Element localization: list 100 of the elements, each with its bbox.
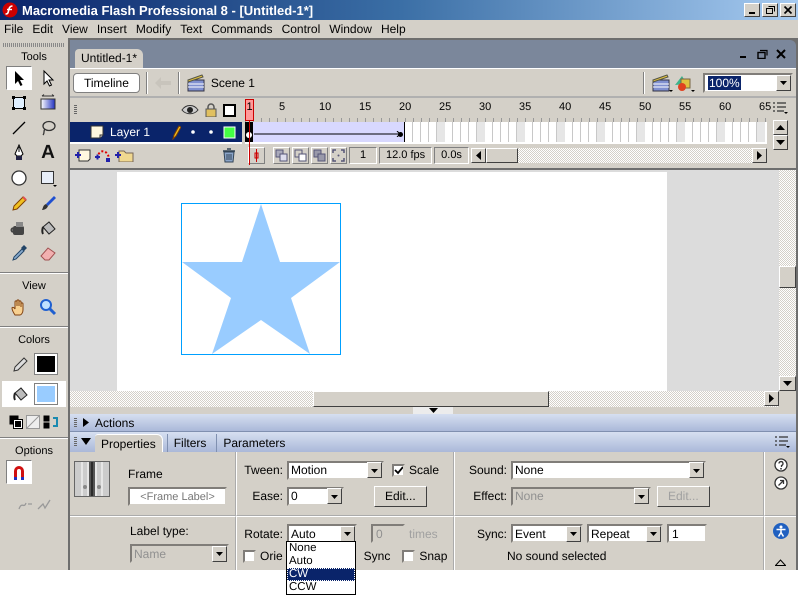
menu-item[interactable]: Control <box>278 22 326 36</box>
close-icon[interactable] <box>782 4 794 16</box>
frame-number: 35 <box>518 101 532 113</box>
pencil-icon <box>10 194 28 212</box>
onion-outline-icon[interactable] <box>294 148 307 162</box>
vertical-scrollbar[interactable] <box>779 170 796 391</box>
edit-button[interactable]: Edit... <box>374 486 427 506</box>
frame-number: 40 <box>558 101 572 113</box>
horizontal-scrollbar[interactable] <box>70 391 796 407</box>
dropdown-arrow-icon[interactable] <box>343 529 352 538</box>
motion-tween-span[interactable] <box>245 122 405 142</box>
repeat-count-field[interactable]: 1 <box>667 524 707 543</box>
eye-icon[interactable] <box>181 104 199 116</box>
down-arrow-icon[interactable] <box>783 380 792 387</box>
dropdown-option[interactable]: None <box>287 542 355 555</box>
checkbox[interactable] <box>243 550 256 562</box>
up-arrow-icon[interactable] <box>776 124 784 131</box>
padlock-icon[interactable] <box>205 103 217 117</box>
magnifier-icon <box>39 298 57 316</box>
layer-name: Layer 1 <box>110 125 152 139</box>
dropdown-option[interactable]: Auto <box>287 555 355 568</box>
edit-multiple-frames-icon[interactable] <box>313 148 326 162</box>
panel-menu-icon[interactable] <box>772 102 788 114</box>
accessibility-icon[interactable] <box>772 523 788 539</box>
scene-name: Scene 1 <box>210 76 255 90</box>
dropdown-arrow-icon[interactable] <box>779 78 788 87</box>
menu-item[interactable]: Edit <box>28 22 58 36</box>
onion-markers-icon[interactable] <box>332 148 345 162</box>
arrow-tool[interactable] <box>6 66 32 90</box>
zoom-field[interactable]: 100% <box>703 72 793 92</box>
menu-item[interactable]: Window <box>325 22 377 36</box>
frame-rate-field[interactable]: 12.0 fps <box>379 146 432 164</box>
scroll-thumb[interactable] <box>486 148 518 162</box>
panel-menu-icon[interactable] <box>774 436 790 448</box>
right-arrow-icon[interactable] <box>756 150 763 160</box>
onion-skin-icon[interactable] <box>275 148 288 162</box>
scroll-thumb[interactable] <box>779 266 796 288</box>
edit-in-place-icon[interactable] <box>774 476 788 490</box>
frame-row[interactable] <box>245 122 767 142</box>
tween-dropdown[interactable]: Motion <box>287 460 384 480</box>
right-arrow-icon[interactable] <box>768 394 775 403</box>
swap-colors-icon[interactable] <box>43 415 59 429</box>
layer-row[interactable]: Layer 1 <box>70 122 242 142</box>
panel-header[interactable]: Actions <box>70 414 796 432</box>
dropdown-option[interactable]: CW <box>287 568 355 581</box>
restore-icon[interactable] <box>764 4 776 16</box>
selected-star-shape[interactable] <box>181 203 341 355</box>
trash-icon[interactable] <box>222 148 236 162</box>
add-folder-icon[interactable] <box>114 148 134 162</box>
horizontal-scrollbar[interactable] <box>470 148 767 162</box>
text-tool[interactable]: A <box>35 141 61 165</box>
menu-item[interactable]: View <box>58 22 93 36</box>
collapse-arrow-icon[interactable] <box>81 438 91 446</box>
sync-dropdown[interactable]: Event <box>511 524 583 543</box>
color-swatch[interactable] <box>35 384 57 404</box>
playhead[interactable]: 1 <box>245 99 254 121</box>
checkbox[interactable] <box>402 550 416 562</box>
left-arrow-icon[interactable] <box>474 150 482 160</box>
sound-dropdown[interactable]: None <box>511 460 706 480</box>
collapse-handle[interactable] <box>413 407 453 414</box>
menu-item[interactable]: Insert <box>92 22 132 36</box>
color-swatch[interactable] <box>35 354 57 374</box>
menu-item[interactable]: Commands <box>207 22 278 36</box>
dropdown-arrow-icon[interactable] <box>649 529 658 538</box>
window-title: Macromedia Flash Professional 8 - [Untitled-1*] <box>22 2 314 18</box>
dropdown-arrow-icon[interactable] <box>569 529 578 538</box>
panel-title: Tools <box>21 51 47 63</box>
expand-arrow-icon[interactable] <box>82 418 90 427</box>
no-color-icon[interactable] <box>26 415 40 429</box>
default-colors-icon[interactable] <box>9 415 23 429</box>
document-tab[interactable]: Untitled-1* <box>75 49 144 68</box>
timeline-button[interactable]: Timeline <box>73 72 140 92</box>
checkbox[interactable] <box>392 464 405 476</box>
panel-tab[interactable]: Properties <box>95 434 163 452</box>
circle-icon <box>10 169 28 187</box>
edit-scene-icon[interactable] <box>651 72 673 92</box>
paint-bucket-icon <box>39 219 57 237</box>
add-guide-layer-icon[interactable] <box>94 148 112 162</box>
frame-label-field[interactable]: <Frame Label> <box>128 487 227 506</box>
close-icon[interactable] <box>776 49 786 59</box>
add-layer-icon[interactable] <box>74 148 92 162</box>
checkbox-label: Sync <box>364 549 390 563</box>
menu-item[interactable]: Modify <box>132 22 176 36</box>
outline-square-icon[interactable] <box>223 104 236 116</box>
ease-field[interactable]: 0 <box>287 486 344 506</box>
checkbox-label: Scale <box>409 463 440 477</box>
scroll-thumb[interactable] <box>313 391 549 407</box>
menu-item[interactable]: Help <box>376 22 411 36</box>
down-arrow-icon[interactable] <box>776 139 784 146</box>
restore-icon[interactable] <box>757 49 768 59</box>
dropdown-option[interactable]: CCW <box>287 581 355 594</box>
collapse-up-icon[interactable] <box>775 559 786 566</box>
menu-item[interactable]: File <box>0 22 28 36</box>
menu-item[interactable]: Text <box>176 22 208 36</box>
repeat-dropdown[interactable]: Repeat <box>587 524 663 543</box>
rotate-dropdown[interactable]: Auto <box>287 524 357 543</box>
help-icon[interactable] <box>774 458 788 472</box>
snap-tool[interactable] <box>6 460 32 484</box>
outline-color-square-icon[interactable] <box>223 126 236 138</box>
fill-color-control[interactable] <box>2 381 66 407</box>
